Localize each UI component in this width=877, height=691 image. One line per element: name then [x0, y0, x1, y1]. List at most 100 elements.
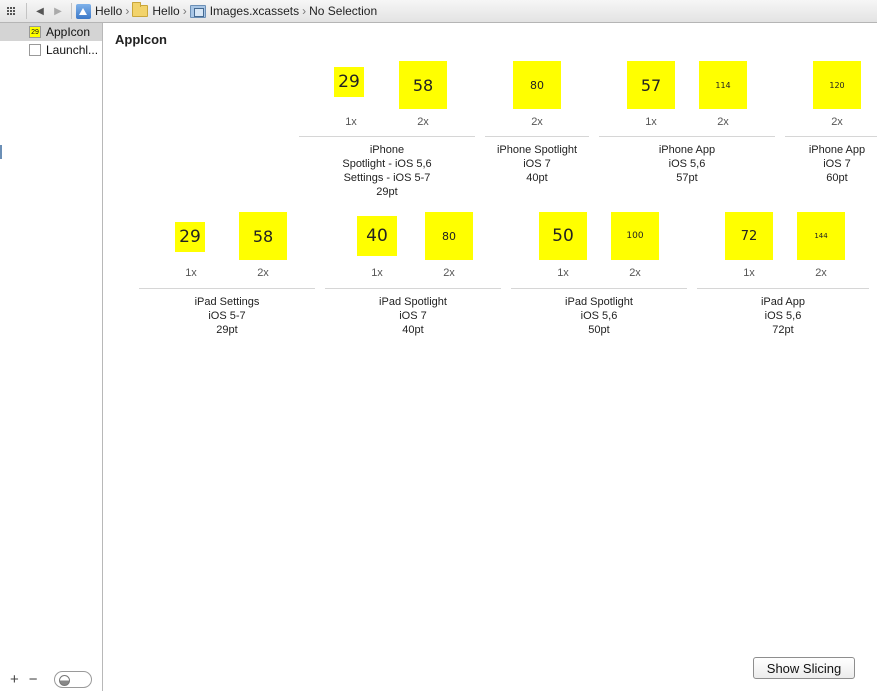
breadcrumb-selection[interactable]: No Selection	[309, 0, 377, 22]
caption-line: 40pt	[402, 324, 424, 336]
icon-slot[interactable]: 29	[334, 67, 364, 97]
breadcrumb-group[interactable]: Hello ›	[132, 0, 189, 22]
caption-line: 72pt	[772, 324, 794, 336]
icon-slot[interactable]: 58	[239, 212, 287, 260]
scale-label: 1x	[557, 267, 569, 279]
asset-set-title: AppIcon	[115, 32, 167, 47]
caption-line: iOS 5,6	[764, 310, 802, 322]
group-caption: iPhone App iOS 5,6 57pt	[599, 143, 775, 185]
icon-slot[interactable]: 57	[627, 61, 675, 109]
breadcrumb-project[interactable]: Hello ›	[76, 0, 132, 22]
icon-slot[interactable]: 80	[513, 61, 561, 109]
caption-line: iOS 7	[823, 158, 851, 170]
group-divider	[325, 288, 501, 289]
caption-line: iPad Spotlight	[379, 296, 447, 308]
caption-line: iPad Settings	[194, 296, 260, 308]
group-caption: iPad Spotlight iOS 5,6 50pt	[511, 295, 687, 337]
sidebar-item-appicon[interactable]: 29 AppIcon	[0, 23, 102, 41]
caption-line: iPhone	[369, 144, 405, 156]
asset-sidebar: 29 AppIcon Launchl... + −	[0, 23, 103, 691]
group-divider	[785, 136, 877, 137]
scale-label: 1x	[645, 116, 657, 128]
scale-label: 1x	[743, 267, 755, 279]
caption-line: 40pt	[526, 172, 548, 184]
caption-line: iOS 7	[523, 158, 551, 170]
scale-label: 1x	[345, 116, 357, 128]
remove-icon[interactable]: −	[29, 671, 38, 688]
icon-slot[interactable]: 50	[539, 212, 587, 260]
breadcrumb-assets[interactable]: Images.xcassets ›	[189, 0, 309, 22]
icon-slot[interactable]: 80	[425, 212, 473, 260]
sidebar-item-label: AppIcon	[46, 25, 91, 39]
caption-line: Spotlight - iOS 5,6	[342, 158, 432, 170]
caption-line: Settings - iOS 5-7	[343, 172, 431, 184]
group-divider	[485, 136, 589, 137]
scale-label: 1x	[185, 267, 197, 279]
icon-slot[interactable]: 114	[699, 61, 747, 109]
caption-line: iPhone App	[808, 144, 866, 156]
window-edge-marker	[0, 145, 2, 159]
scale-label: 2x	[531, 116, 543, 128]
scale-label: 2x	[629, 267, 641, 279]
jumpbar-divider	[71, 3, 72, 19]
add-icon[interactable]: +	[10, 671, 19, 688]
group-divider	[139, 288, 315, 289]
jump-bar: ◀ ▶ Hello › Hello › Images.xcassets › No…	[0, 0, 877, 23]
icon-slot[interactable]: 100	[611, 212, 659, 260]
back-arrow-icon[interactable]: ◀	[31, 0, 49, 22]
caption-line: iOS 7	[399, 310, 427, 322]
related-items-icon[interactable]	[0, 0, 22, 22]
group-caption: iPad Spotlight iOS 7 40pt	[325, 295, 501, 337]
scale-label: 2x	[257, 267, 269, 279]
asset-catalog-icon	[189, 4, 206, 18]
scale-label: 2x	[443, 267, 455, 279]
show-slicing-button[interactable]: Show Slicing	[753, 657, 855, 679]
group-divider	[511, 288, 687, 289]
caption-line: 29pt	[376, 186, 398, 198]
jumpbar-divider	[26, 3, 27, 19]
group-divider	[599, 136, 775, 137]
group-caption: iPad Settings iOS 5-7 29pt	[139, 295, 315, 337]
appicon-thumbnail-icon: 29	[29, 26, 41, 38]
icon-slot[interactable]: 120	[813, 61, 861, 109]
icon-slot[interactable]: 40	[357, 216, 397, 256]
icon-slot[interactable]: 58	[399, 61, 447, 109]
group-divider	[299, 136, 475, 137]
caption-line: iPad App	[760, 296, 806, 308]
filter-toggle[interactable]	[53, 670, 92, 688]
icon-slot[interactable]: 72	[725, 212, 773, 260]
project-icon	[76, 3, 91, 19]
breadcrumb-label: No Selection	[309, 4, 378, 18]
scale-label: 2x	[815, 267, 827, 279]
caption-line: iPhone Spotlight	[496, 144, 578, 156]
group-divider	[697, 288, 869, 289]
breadcrumb-label: Images.xcassets	[209, 4, 300, 18]
launchimage-thumbnail-icon	[29, 44, 41, 56]
sidebar-item-launchimage[interactable]: Launchl...	[0, 41, 102, 59]
breadcrumb-label: Hello	[95, 4, 123, 18]
icon-slot[interactable]: 144	[797, 212, 845, 260]
caption-line: iOS 5,6	[580, 310, 618, 322]
sidebar-toolbar: + −	[0, 667, 102, 691]
group-caption: iPhone Spotlight iOS 7 40pt	[485, 143, 589, 185]
folder-icon	[132, 2, 149, 17]
scale-label: 2x	[717, 116, 729, 128]
icon-slot[interactable]: 29	[175, 222, 205, 252]
caption-line: 29pt	[216, 324, 238, 336]
group-caption: iPad App iOS 5,6 72pt	[697, 295, 869, 337]
group-caption: iPhone App iOS 7 60pt	[785, 143, 877, 185]
scale-label: 2x	[417, 116, 429, 128]
caption-line: iOS 5-7	[208, 310, 246, 322]
scale-label: 1x	[371, 267, 383, 279]
caption-line: iOS 5,6	[668, 158, 706, 170]
chevron-right-icon: ›	[125, 4, 130, 18]
group-caption: iPhone Spotlight - iOS 5,6 Settings - iO…	[299, 143, 475, 199]
caption-line: 57pt	[676, 172, 698, 184]
scale-label: 2x	[831, 116, 843, 128]
caption-line: iPad Spotlight	[565, 296, 633, 308]
breadcrumb-label: Hello	[152, 4, 180, 18]
chevron-right-icon: ›	[302, 4, 307, 18]
caption-line: iPhone App	[658, 144, 716, 156]
asset-editor: AppIcon 29 1x 58 2x iPhone Spotlight - i…	[104, 23, 877, 691]
forward-arrow-icon[interactable]: ▶	[49, 0, 67, 22]
